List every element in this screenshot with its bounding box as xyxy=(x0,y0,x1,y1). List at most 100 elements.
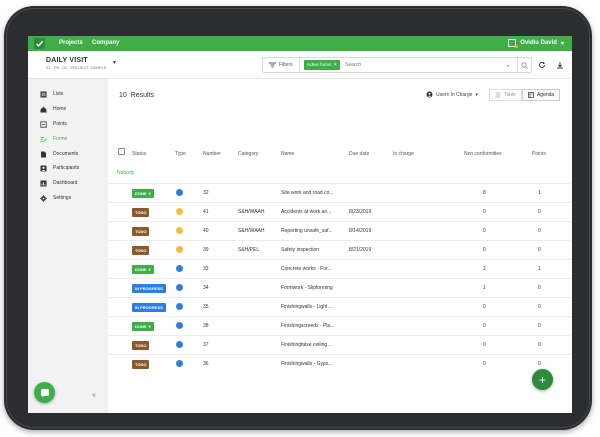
collapse-sidebar-icon[interactable]: « xyxy=(92,392,96,399)
cell-category: S&H/WAAH xyxy=(238,209,265,215)
sidebar-item-settings[interactable]: Settings xyxy=(40,193,71,203)
status-badge[interactable]: IN PROGRESS xyxy=(132,303,166,312)
results-count: 10 Results xyxy=(119,92,154,99)
status-badge[interactable]: TODO xyxy=(132,227,150,236)
select-all-checkbox[interactable] xyxy=(118,148,125,155)
cell-name: Finishingfalse ceiling ... xyxy=(281,342,333,348)
search-button[interactable] xyxy=(517,58,531,72)
nav-company[interactable]: Company xyxy=(92,40,119,46)
column-header-type[interactable]: Type xyxy=(175,151,186,157)
cell-points: 0 xyxy=(538,285,541,291)
table-row[interactable]: DONE ▾ 38 Finishingscreeds - Pla... 0 0 xyxy=(108,316,572,335)
table-row[interactable]: DONE ▾ 33 Concrete works - For... 2 1 xyxy=(108,259,572,278)
top-navbar: Projects Company Ovidiu David ▾ xyxy=(28,36,572,51)
status-badge[interactable]: TODO xyxy=(132,360,150,369)
status-text: DONE xyxy=(135,267,147,272)
status-text: TODO xyxy=(135,343,147,348)
sidebar-item-dashboard[interactable]: Dashboard xyxy=(40,178,77,188)
visit-dropdown-icon[interactable]: ▾ xyxy=(113,59,116,66)
sidebar-item-participants[interactable]: Participants xyxy=(40,163,79,173)
status-badge[interactable]: TODO xyxy=(132,341,150,350)
dashboard-icon xyxy=(40,180,47,186)
column-header-non-conformities[interactable]: Non conformities xyxy=(464,151,502,157)
sidebar-item-points[interactable]: Points xyxy=(40,119,67,129)
sidebar-item-home[interactable]: Home xyxy=(40,104,66,114)
search-input[interactable] xyxy=(345,62,507,68)
column-header-name[interactable]: Name xyxy=(281,151,294,157)
add-form-button[interactable]: + xyxy=(532,369,553,390)
filters-button[interactable]: Filters xyxy=(263,58,300,72)
download-button[interactable] xyxy=(555,60,565,70)
check-circle-icon xyxy=(176,360,183,367)
status-text: DONE xyxy=(135,324,147,329)
view-agenda-button[interactable]: Agenda xyxy=(521,89,561,101)
check-circle-icon xyxy=(176,265,183,272)
refresh-button[interactable] xyxy=(537,60,547,70)
table-row[interactable]: DONE ▾ 32 Site work and road co... 8 1 xyxy=(108,183,572,202)
status-badge[interactable]: TODO xyxy=(132,246,150,255)
cell-number: 37 xyxy=(203,342,209,348)
table-row[interactable]: TODO 36 Finishingwalls - Gyps... 0 0 xyxy=(108,354,572,373)
nav-projects[interactable]: Projects xyxy=(59,40,83,46)
view-table-label: Table xyxy=(504,92,516,98)
cell-number: 33 xyxy=(203,266,209,272)
column-header-category[interactable]: Category xyxy=(238,151,258,157)
status-badge[interactable]: IN PROGRESS xyxy=(132,284,166,293)
view-table-button[interactable]: Table xyxy=(489,89,522,101)
cell-due-date: 8/21/2019 xyxy=(349,247,372,253)
column-header-number[interactable]: Number xyxy=(203,151,221,157)
column-header-in-charge[interactable]: In charge xyxy=(393,151,414,157)
cell-name: Site work and road co... xyxy=(281,190,334,196)
cell-non-conformities: 8 xyxy=(483,190,486,196)
table-row[interactable]: TODO 41 S&H/WAAH Accidents at work an...… xyxy=(108,202,572,221)
active-filter-tag[interactable]: Active forms ✕ xyxy=(303,60,341,70)
sidebar-item-label: Settings xyxy=(53,195,72,201)
column-header-due-date[interactable]: Due date xyxy=(349,151,369,157)
cell-non-conformities: 2 xyxy=(483,266,486,272)
cell-name: Concrete works - For... xyxy=(281,266,332,272)
visit-subtitle: 02 - P5 - 02 - PROJECT SAMPLE xyxy=(46,65,107,70)
active-filter-label: Active forms xyxy=(306,62,332,67)
status-badge[interactable]: DONE ▾ xyxy=(132,322,154,331)
sidebar-item-lists[interactable]: Lists xyxy=(40,89,63,99)
status-badge[interactable]: TODO xyxy=(132,208,150,217)
cell-name: Accidents at work an... xyxy=(281,209,332,215)
main-content: 10 Results Users In Charge ▾ Table Agend… xyxy=(108,79,572,413)
table-row[interactable]: TODO 37 Finishingfalse ceiling ... 0 0 xyxy=(108,335,572,354)
chat-support-button[interactable] xyxy=(34,382,55,403)
cell-points: 1 xyxy=(538,190,541,196)
table-row[interactable]: TODO 39 S&H/PEL Safety inspection 8/21/2… xyxy=(108,240,572,259)
status-badge[interactable]: DONE ▾ xyxy=(132,265,154,274)
table-row[interactable]: IN PROGRESS 34 Formwork - Slipforming 1 … xyxy=(108,278,572,297)
table-row[interactable]: TODO 40 S&H/WAAH Reporting unsafe_saf...… xyxy=(108,221,572,240)
search-icon xyxy=(521,61,528,69)
cell-non-conformities: 0 xyxy=(483,361,486,367)
sidebar-item-label: Home xyxy=(53,106,67,112)
cell-points: 0 xyxy=(538,304,541,310)
users-in-charge-label: Users In Charge xyxy=(436,91,473,98)
cell-due-date: 8/23/2019 xyxy=(349,209,372,215)
user-menu[interactable]: Ovidiu David ▾ xyxy=(508,39,564,48)
plus-icon: + xyxy=(538,372,546,387)
status-text: TODO xyxy=(135,210,147,215)
sidebar-item-forms[interactable]: Forms xyxy=(40,134,67,144)
chevron-down-icon: ▾ xyxy=(475,91,478,98)
users-in-charge-dropdown[interactable]: Users In Charge ▾ xyxy=(426,91,478,98)
chat-icon xyxy=(40,388,49,397)
column-header-points[interactable]: Points xyxy=(532,151,546,157)
search-dropdown-icon[interactable]: ▾ xyxy=(507,63,517,68)
cell-name: Finishingwalls - Light ... xyxy=(281,304,333,310)
cell-non-conformities: 0 xyxy=(483,209,486,215)
table-row[interactable]: IN PROGRESS 35 Finishingwalls - Light ..… xyxy=(108,297,572,316)
group-label-nobody: Nobody xyxy=(117,170,135,176)
status-badge[interactable]: DONE ▾ xyxy=(132,189,154,198)
remove-filter-icon[interactable]: ✕ xyxy=(333,62,337,68)
visit-title[interactable]: DAILY VISIT xyxy=(46,57,88,64)
warning-icon xyxy=(176,227,183,234)
sidebar-item-documents[interactable]: Documents xyxy=(40,149,78,159)
cell-number: 32 xyxy=(203,190,209,196)
cell-non-conformities: 0 xyxy=(483,247,486,253)
notification-icon[interactable] xyxy=(508,39,519,48)
column-header-status[interactable]: Status xyxy=(132,151,146,157)
results-number: 10 xyxy=(119,92,127,99)
